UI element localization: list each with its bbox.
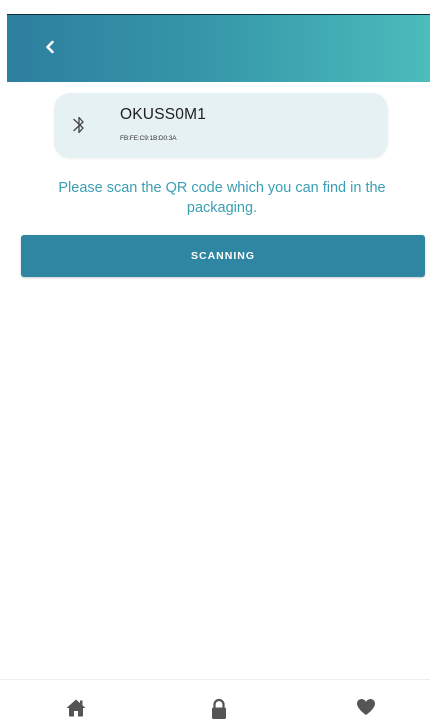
nav-favorites[interactable] [351, 698, 381, 722]
app-header [7, 14, 430, 82]
bottom-nav [0, 680, 430, 727]
scan-instruction: Please scan the QR code which you can fi… [58, 180, 386, 216]
back-button[interactable] [37, 34, 63, 60]
bluetooth-icon [73, 116, 84, 134]
heart-icon [357, 699, 375, 715]
scanning-button[interactable]: SCANNING [21, 235, 425, 277]
nav-home[interactable] [61, 698, 91, 722]
status-bar-area [0, 0, 430, 14]
device-name: OKUSS0M1 [120, 106, 207, 123]
home-icon [66, 699, 86, 717]
lock-icon [212, 698, 226, 719]
device-mac-address: FB:FE:C9:1B:D0:3A [120, 135, 177, 142]
device-card[interactable]: OKUSS0M1 FB:FE:C9:1B:D0:3A [54, 93, 388, 158]
nav-lock[interactable] [204, 698, 234, 722]
chevron-left-icon [46, 40, 54, 54]
